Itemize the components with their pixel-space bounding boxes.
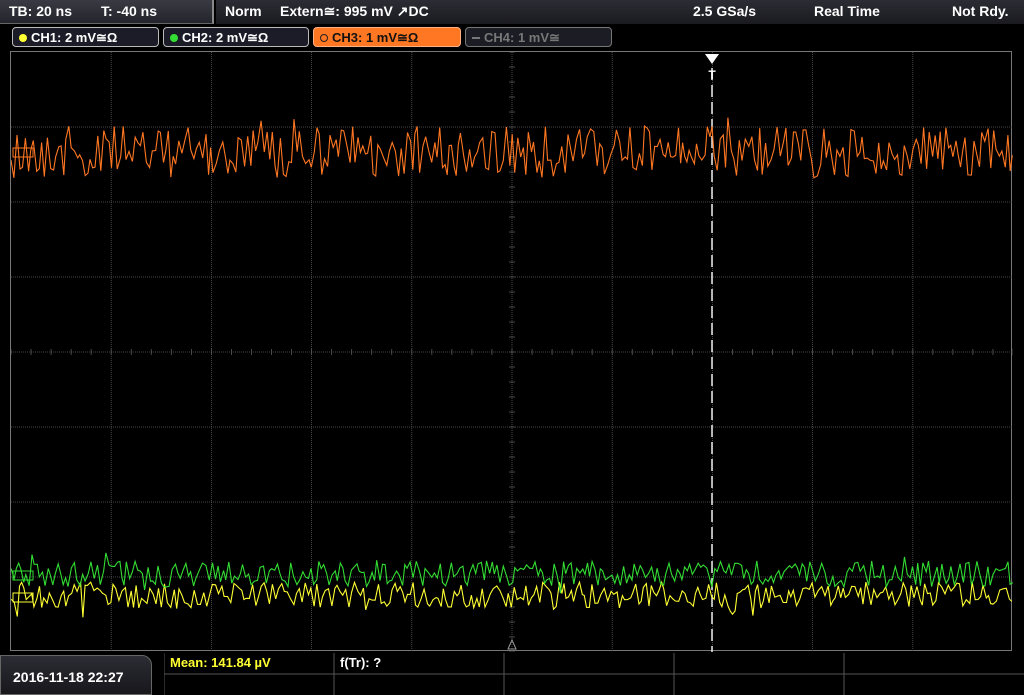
trigger-marker-icon[interactable]: T xyxy=(705,54,719,82)
tab-ch4-label: CH4: 1 mV≅ xyxy=(484,30,560,45)
tab-ch1-label: CH1: 2 mV≅Ω xyxy=(31,30,118,45)
sample-rate[interactable]: 2.5 GSa/s xyxy=(693,3,756,19)
measurement-table[interactable]: Mean: 141.84 µV f(Tr): ? xyxy=(164,653,1024,695)
tab-ch2[interactable]: CH2: 2 mV≅Ω xyxy=(163,27,309,47)
channel-dot-icon xyxy=(320,34,328,42)
measurement-mean[interactable]: Mean: 141.84 µV xyxy=(170,655,271,670)
top-status-bar: TB: 20 ns T: -40 ns Norm Extern≅: 995 mV… xyxy=(0,0,1024,24)
trigger-mode[interactable]: Norm xyxy=(225,3,262,19)
acquisition-mode[interactable]: Real Time xyxy=(814,3,880,19)
datetime-box: 2016-11-18 22:27 xyxy=(0,655,152,695)
waveform-display[interactable]: T xyxy=(10,51,1014,653)
measurement-ftr[interactable]: f(Tr): ? xyxy=(340,655,381,670)
trigger-status-strip[interactable]: Norm Extern≅: 995 mV ↗DC 2.5 GSa/s Real … xyxy=(216,0,1024,24)
tab-ch1[interactable]: CH1: 2 mV≅Ω xyxy=(12,27,159,47)
measurement-grid xyxy=(164,653,1024,695)
trigger-marker-label: T xyxy=(708,68,716,82)
tab-ch3-label: CH3: 1 mV≅Ω xyxy=(332,30,419,45)
acquisition-status: Not Rdy. xyxy=(952,3,1009,19)
channel-off-icon xyxy=(472,37,480,39)
timebase-box[interactable]: TB: 20 ns T: -40 ns xyxy=(0,0,214,24)
timebase-label: TB: 20 ns xyxy=(9,3,73,19)
channel-dot-icon xyxy=(170,34,178,42)
trigger-source[interactable]: Extern≅: 995 mV ↗DC xyxy=(280,3,429,20)
tab-ch3[interactable]: CH3: 1 mV≅Ω xyxy=(313,27,461,47)
time-offset-label: T: -40 ns xyxy=(101,3,158,19)
ch1-offset-marker[interactable] xyxy=(12,592,34,603)
tab-ch2-label: CH2: 2 mV≅Ω xyxy=(182,30,269,45)
waveform-svg[interactable]: T xyxy=(10,51,1014,653)
channel-dot-icon xyxy=(19,34,27,42)
ch1-waveform xyxy=(10,580,1013,618)
datetime-label: 2016-11-18 22:27 xyxy=(13,669,124,685)
tab-ch4[interactable]: CH4: 1 mV≅ xyxy=(465,27,612,47)
